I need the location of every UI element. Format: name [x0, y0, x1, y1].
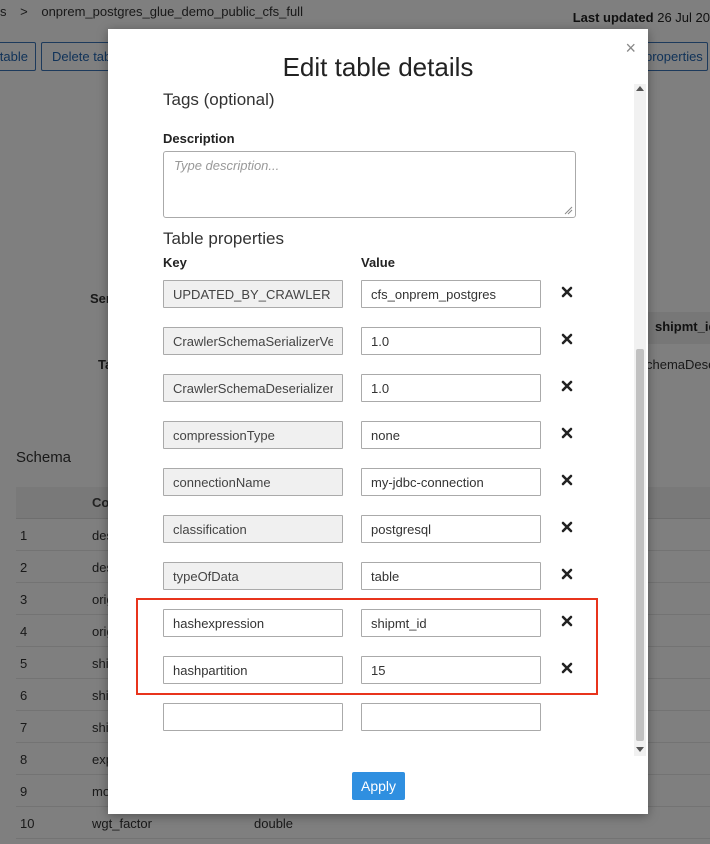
scroll-down-arrow-icon[interactable] [636, 747, 644, 752]
value-column-header: Value [361, 255, 395, 270]
property-value-input[interactable] [361, 468, 541, 496]
property-value-input[interactable] [361, 562, 541, 590]
x-icon[interactable] [560, 567, 574, 581]
scroll-up-arrow-icon[interactable] [636, 86, 644, 91]
property-key-input[interactable] [163, 656, 343, 684]
resize-grip-icon[interactable] [563, 205, 573, 215]
modal-scroll-area: Tags (optional) Description Table proper… [108, 84, 648, 756]
property-key-input [163, 280, 343, 308]
modal-title: Edit table details [282, 52, 474, 82]
property-value-input[interactable] [361, 327, 541, 355]
property-key-input [163, 374, 343, 402]
property-value-input[interactable] [361, 609, 541, 637]
x-icon[interactable] [560, 520, 574, 534]
property-row [163, 421, 593, 449]
property-row [163, 327, 593, 355]
x-icon[interactable] [560, 332, 574, 346]
x-icon[interactable] [560, 426, 574, 440]
table-properties-label: Table properties [163, 229, 284, 248]
new-property-value-input[interactable] [361, 703, 541, 731]
property-key-input [163, 562, 343, 590]
x-icon[interactable] [560, 379, 574, 393]
apply-button[interactable]: Apply [352, 772, 405, 800]
description-field[interactable] [163, 151, 576, 218]
property-row [163, 468, 593, 496]
property-value-input[interactable] [361, 374, 541, 402]
property-row [163, 562, 593, 590]
scrollbar-thumb[interactable] [636, 349, 644, 741]
property-key-input[interactable] [163, 609, 343, 637]
new-property-key-input[interactable] [163, 703, 343, 731]
property-value-input[interactable] [361, 421, 541, 449]
x-icon[interactable] [560, 614, 574, 628]
property-row [163, 280, 593, 308]
property-row [163, 656, 593, 684]
property-row [163, 609, 593, 637]
x-icon[interactable] [560, 661, 574, 675]
close-icon[interactable]: × [625, 38, 636, 59]
key-column-header: Key [163, 255, 187, 270]
x-icon[interactable] [560, 285, 574, 299]
x-icon[interactable] [560, 473, 574, 487]
property-key-input [163, 421, 343, 449]
property-value-input[interactable] [361, 656, 541, 684]
new-property-row [163, 703, 593, 731]
description-label: Description [163, 131, 235, 146]
property-row [163, 515, 593, 543]
tags-label[interactable]: Tags (optional) [163, 90, 275, 110]
property-key-input [163, 468, 343, 496]
edit-table-modal: Edit table details × Tags (optional) Des… [108, 29, 648, 814]
modal-scrollbar[interactable] [634, 84, 646, 756]
property-key-input [163, 515, 343, 543]
property-value-input[interactable] [361, 515, 541, 543]
property-row [163, 374, 593, 402]
property-value-input[interactable] [361, 280, 541, 308]
property-key-input [163, 327, 343, 355]
